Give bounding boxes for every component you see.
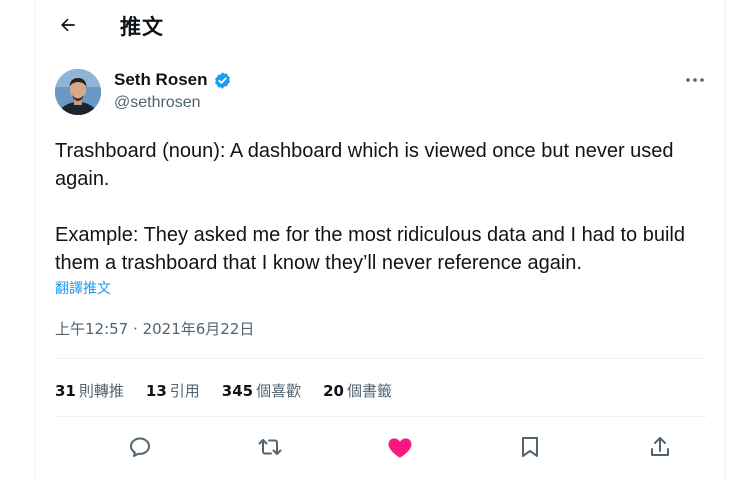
- translate-tweet-link[interactable]: 翻譯推文: [55, 278, 111, 298]
- stat-bookmarks[interactable]: 20 個書籤: [323, 380, 392, 401]
- author-display-name[interactable]: Seth Rosen: [114, 70, 208, 90]
- retweet-icon: [258, 439, 282, 455]
- stat-count: 20: [323, 382, 344, 400]
- stat-label: 個喜歡: [256, 382, 302, 400]
- author-name-row: Seth Rosen: [114, 70, 232, 90]
- stat-label: 則轉推: [78, 382, 124, 400]
- like-icon: [388, 438, 412, 458]
- share-icon: [651, 437, 669, 456]
- bookmark-icon: [522, 437, 538, 457]
- page-header: 推文: [36, 0, 725, 52]
- stat-label: 個書籤: [346, 382, 392, 400]
- engagement-stats: 31 則轉推 13 引用 345 個喜歡 20 個書籤: [55, 380, 414, 401]
- more-icon: [686, 78, 704, 82]
- tweet-paragraph: Example: They asked me for the most ridi…: [55, 224, 685, 274]
- tweet-time[interactable]: 上午12:57: [55, 320, 128, 338]
- tweet-paragraph: Trashboard (noun): A dashboard which is …: [55, 140, 674, 190]
- verified-badge-icon[interactable]: [213, 71, 232, 90]
- tweet-text: Trashboard (noun): A dashboard which is …: [55, 137, 705, 277]
- stat-count: 345: [221, 382, 254, 400]
- tweet-detail-column: 推文 Seth Rosen @sethrosen Trashboard (nou…: [35, 0, 726, 483]
- tweet-timestamp: 上午12:57 · 2021年6月22日: [55, 318, 254, 339]
- bookmark-button[interactable]: [515, 432, 545, 462]
- avatar-image: [55, 69, 101, 115]
- stat-retweets[interactable]: 31 則轉推: [55, 380, 124, 401]
- timestamp-separator: ·: [133, 320, 138, 338]
- reply-icon: [130, 437, 150, 457]
- stat-label: 引用: [169, 382, 200, 400]
- arrow-left-icon: [61, 18, 75, 32]
- divider: [55, 416, 707, 417]
- stat-quotes[interactable]: 13 引用: [146, 380, 200, 401]
- retweet-button[interactable]: [255, 432, 285, 462]
- author-handle[interactable]: @sethrosen: [114, 94, 201, 112]
- avatar[interactable]: [55, 69, 101, 115]
- stat-likes[interactable]: 345 個喜歡: [222, 380, 301, 401]
- like-button[interactable]: [385, 432, 415, 462]
- back-button[interactable]: [51, 8, 85, 42]
- reply-button[interactable]: [125, 432, 155, 462]
- divider: [55, 358, 707, 359]
- tweet-date[interactable]: 2021年6月22日: [143, 320, 255, 338]
- stat-count: 13: [145, 382, 167, 400]
- share-button[interactable]: [645, 432, 675, 462]
- page-title: 推文: [120, 15, 164, 39]
- tweet-actions-bar: [55, 430, 707, 464]
- more-options-button[interactable]: [683, 70, 707, 90]
- stat-count: 31: [55, 382, 76, 400]
